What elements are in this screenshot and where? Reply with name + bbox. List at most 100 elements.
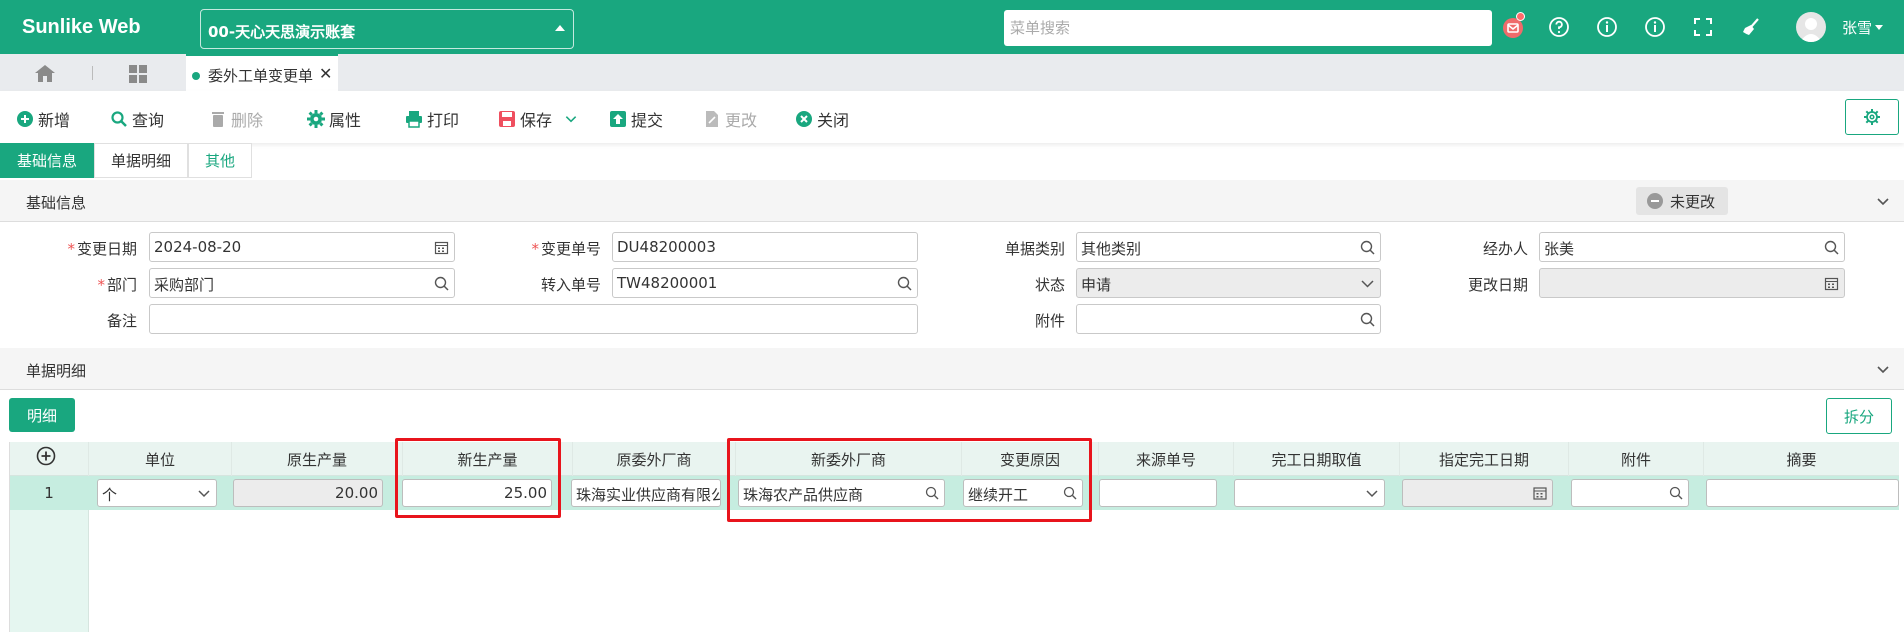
submit-label: 提交 bbox=[631, 111, 664, 130]
detail-button[interactable]: 明细 bbox=[9, 398, 75, 432]
tab-doc-details[interactable]: 单据明细 bbox=[94, 143, 189, 178]
details-header[interactable]: 单据明细 bbox=[0, 348, 1904, 390]
active-dot-icon bbox=[192, 72, 200, 80]
tab-basic-info[interactable]: 基础信息 bbox=[0, 143, 95, 178]
properties-button[interactable]: 属性 bbox=[307, 107, 361, 131]
app-logo: Sunlike Web bbox=[22, 16, 141, 38]
home-icon[interactable] bbox=[34, 63, 56, 83]
status-badge: 未更改 bbox=[1636, 187, 1728, 215]
chevron-down-icon[interactable] bbox=[1876, 362, 1890, 376]
minus-circle-icon bbox=[1647, 193, 1663, 209]
handler-field[interactable]: 张美 bbox=[1539, 232, 1845, 262]
info-icon[interactable] bbox=[1594, 14, 1620, 40]
settings-button[interactable] bbox=[1845, 99, 1899, 135]
tab-other[interactable]: 其他 bbox=[188, 143, 253, 178]
column-header[interactable]: 指定完工日期 bbox=[1400, 442, 1569, 476]
unit-select[interactable]: 个 bbox=[97, 479, 217, 507]
column-header[interactable]: 完工日期取值 bbox=[1234, 442, 1400, 476]
basic-info-header[interactable]: 基础信息 未更改 bbox=[0, 180, 1904, 222]
menu-search-input[interactable] bbox=[1004, 10, 1492, 46]
search-icon[interactable] bbox=[1360, 312, 1375, 327]
status-select[interactable]: 申请 bbox=[1076, 268, 1381, 298]
trash-icon bbox=[212, 112, 224, 127]
column-header[interactable]: 附件 bbox=[1569, 442, 1704, 476]
caret-down-icon[interactable] bbox=[1875, 25, 1883, 30]
account-selector[interactable]: 00-天心天思演示账套 bbox=[200, 9, 574, 49]
save-button[interactable]: 保存 bbox=[498, 107, 578, 131]
finish-date-field[interactable] bbox=[1402, 479, 1553, 507]
tab-divider bbox=[92, 66, 93, 80]
change-date-field[interactable]: 2024-08-20 bbox=[149, 232, 455, 262]
fullscreen-icon[interactable] bbox=[1690, 14, 1716, 40]
column-header[interactable]: 摘要 bbox=[1704, 442, 1899, 476]
doc-type-field[interactable]: 其他类别 bbox=[1076, 232, 1381, 262]
account-name: 00-天心天思演示账套 bbox=[208, 23, 356, 41]
submit-button[interactable]: 提交 bbox=[609, 107, 663, 131]
search-icon[interactable] bbox=[434, 276, 449, 291]
panel-title: 单据明细 bbox=[26, 362, 87, 380]
tab-bar: 委外工单变更单 ✕ bbox=[0, 54, 1904, 91]
label-change-no: * 变更单号 bbox=[531, 240, 601, 258]
transfer-no-field[interactable]: TW48200001 bbox=[612, 268, 918, 298]
grid-apps-icon[interactable] bbox=[128, 64, 148, 84]
calendar-icon[interactable] bbox=[1824, 276, 1839, 291]
printer-icon bbox=[406, 111, 422, 128]
row-attachment-field[interactable] bbox=[1571, 479, 1689, 507]
label-modify-date: 更改日期 bbox=[1467, 276, 1528, 294]
label-status: 状态 bbox=[1034, 276, 1065, 294]
finish-value-select[interactable] bbox=[1234, 479, 1385, 507]
chevron-down-icon[interactable] bbox=[1876, 194, 1890, 208]
top-bar: Sunlike Web 00-天心天思演示账套 张雪 bbox=[0, 0, 1904, 54]
search-icon[interactable] bbox=[1360, 240, 1375, 255]
delete-button[interactable]: 删除 bbox=[209, 107, 263, 131]
change-no-field[interactable]: DU48200003 bbox=[612, 232, 918, 262]
search-icon[interactable] bbox=[1669, 486, 1683, 500]
attachment-field[interactable] bbox=[1076, 304, 1381, 334]
gear-icon bbox=[307, 110, 325, 128]
department-field[interactable]: 采购部门 bbox=[149, 268, 455, 298]
chevron-down-icon[interactable] bbox=[564, 112, 578, 126]
modify-button[interactable]: 更改 bbox=[703, 107, 757, 131]
chevron-down-icon[interactable] bbox=[1360, 276, 1375, 291]
help-icon[interactable] bbox=[1546, 14, 1572, 40]
about-icon[interactable] bbox=[1642, 14, 1668, 40]
summary-input[interactable] bbox=[1706, 479, 1899, 507]
column-header[interactable]: 原生产量 bbox=[232, 442, 403, 476]
tab-outsource-change-order[interactable]: 委外工单变更单 ✕ bbox=[186, 54, 338, 91]
column-header[interactable]: 单位 bbox=[89, 442, 232, 476]
edit-doc-icon bbox=[706, 111, 718, 127]
add-label: 新增 bbox=[38, 111, 71, 130]
gear-icon bbox=[1864, 109, 1880, 125]
search-icon[interactable] bbox=[1824, 240, 1839, 255]
split-button[interactable]: 拆分 bbox=[1826, 398, 1892, 434]
label-transfer-no: 转入单号 bbox=[540, 276, 601, 294]
section-tabs: 基础信息 单据明细 其他 bbox=[0, 143, 253, 178]
remark-field[interactable] bbox=[149, 304, 918, 334]
properties-label: 属性 bbox=[329, 111, 362, 130]
search-icon bbox=[111, 111, 127, 127]
avatar[interactable] bbox=[1796, 12, 1826, 42]
close-label: 关闭 bbox=[817, 111, 850, 130]
calendar-icon[interactable] bbox=[1533, 486, 1547, 500]
add-row-icon[interactable] bbox=[36, 446, 56, 466]
chevron-down-icon[interactable] bbox=[1365, 486, 1379, 500]
column-header[interactable]: 原委外厂商 bbox=[573, 442, 736, 476]
label-change-date: * 变更日期 bbox=[67, 240, 137, 258]
source-no-input[interactable] bbox=[1099, 479, 1217, 507]
chevron-down-icon[interactable] bbox=[197, 486, 211, 500]
label-doc-type: 单据类别 bbox=[1004, 240, 1065, 258]
save-label: 保存 bbox=[520, 111, 553, 130]
column-header[interactable]: 来源单号 bbox=[1099, 442, 1234, 476]
orig-qty-cell: 20.00 bbox=[233, 479, 383, 507]
print-button[interactable]: 打印 bbox=[405, 107, 459, 131]
close-icon[interactable]: ✕ bbox=[319, 64, 332, 83]
search-icon[interactable] bbox=[897, 276, 912, 291]
clean-broom-icon[interactable] bbox=[1738, 14, 1764, 40]
user-name[interactable]: 张雪 bbox=[1842, 17, 1872, 38]
add-button[interactable]: 新增 bbox=[16, 107, 70, 131]
query-button[interactable]: 查询 bbox=[110, 107, 164, 131]
calendar-icon[interactable] bbox=[434, 240, 449, 255]
close-button[interactable]: 关闭 bbox=[795, 107, 849, 131]
row-number: 1 bbox=[44, 484, 54, 502]
modify-date-field[interactable] bbox=[1539, 268, 1845, 298]
